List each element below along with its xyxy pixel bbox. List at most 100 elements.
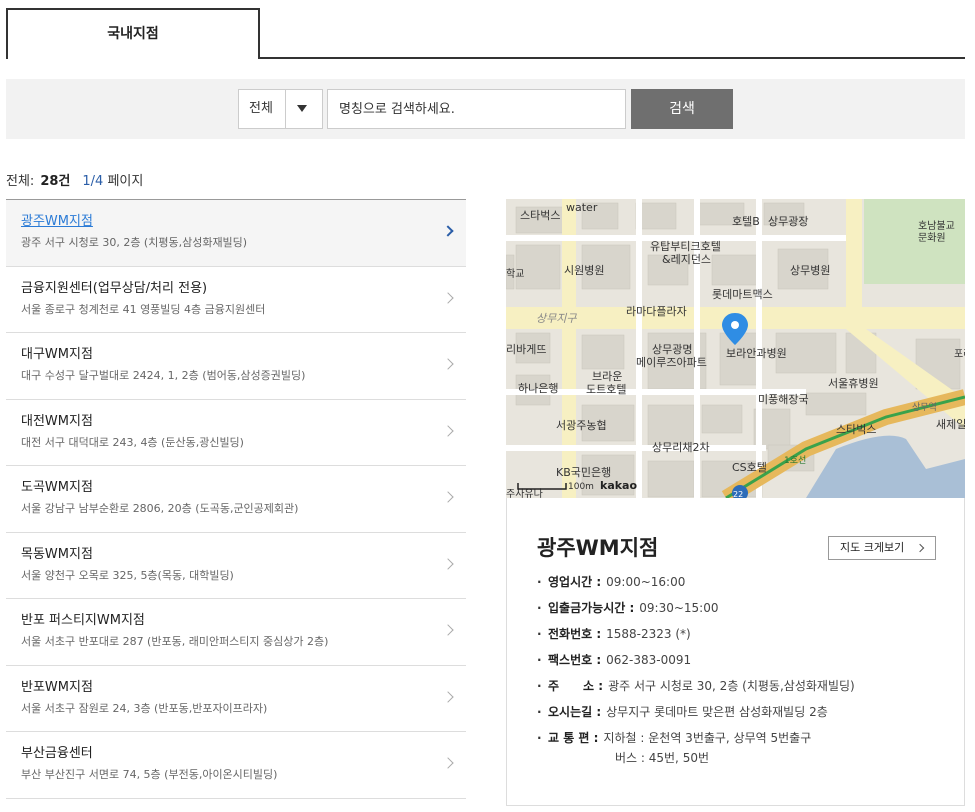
detail-row-hours: 영업시간 : 09:00~16:00 [537,574,855,600]
branch-address: 대전 서구 대덕대로 243, 4층 (둔산동,광신빌딩) [21,435,244,449]
map-label: 포레 [954,348,965,360]
row-label: 교 통 편 : [548,731,599,745]
row-label: 입출금가능시간 : [548,601,635,615]
branch-name[interactable]: 반포 퍼스티지WM지점 [21,612,466,630]
row-label: 팩스번호 : [548,653,602,667]
map-label: KB국민은행 [556,466,611,479]
map-label: 리바게뜨 [506,343,546,356]
branch-address: 서울 서초구 반포대로 287 (반포동, 래미안퍼스티지 중심상가 2층) [21,635,329,648]
row-value: 09:30~15:00 [639,601,719,615]
page-indicator: 1/4 [82,174,104,189]
map-label: 호텔B [732,215,760,228]
search-button[interactable]: 검색 [631,89,733,129]
detail-row-transport: 교 통 편 : 지하철 : 운천역 3번출구, 상무역 5번출구버스 : 45번,… [537,730,855,774]
list-item[interactable]: 대전WM지점 대전 서구 대덕대로 243, 4층 (둔산동,광신빌딩) [6,400,466,466]
category-select-value: 전체 [249,101,273,116]
detail-row-phone: 전화번호 : 1588-2323 (*) [537,626,855,652]
map-label: water [566,201,598,214]
tab-domestic-branches[interactable]: 국내지점 [6,8,260,61]
map-label: 상무광명 [652,343,692,356]
map-brand-logo: kakao [600,479,637,492]
row-label: 전화번호 : [548,627,602,641]
branch-name[interactable]: 금융지원센터(업무상담/처리 전용) [21,280,466,298]
chevron-down-icon[interactable] [297,105,307,112]
map-label: 상무지구 [536,312,577,325]
list-item[interactable]: 반포 퍼스티지WM지점 서울 서초구 반포대로 287 (반포동, 래미안퍼스티… [6,599,466,666]
branch-name[interactable]: 부산금융센터 [21,745,466,763]
branch-detail-title: 광주WM지점 [537,536,659,560]
map-label: 상무광장 [768,215,808,228]
list-item[interactable]: 도곡WM지점 서울 강남구 남부순환로 2806, 20층 (도곡동,군인공제회… [6,466,466,533]
row-value: 062-383-0091 [606,653,692,667]
branch-address: 서울 양천구 오목로 325, 5층(목동, 대학빌딩) [21,568,234,582]
map-label: 브라운 [592,370,622,383]
map-label: 새제일 [936,417,965,431]
category-select[interactable]: 전체 [238,89,323,129]
map-label: 보라안과병원 [726,347,787,360]
branch-address: 광주 서구 시청로 30, 2층 (치평동,삼성화재빌딩) [21,236,248,249]
map-label: 서광주농협 [556,419,607,432]
map-label: 시원병원 [564,264,604,277]
list-item[interactable]: 반포WM지점 서울 서초구 잠원로 24, 3층 (반포동,반포자이프라자) [6,666,466,732]
branch-name[interactable]: 대전WM지점 [21,413,466,431]
detail-rows: 영업시간 : 09:00~16:00 입출금가능시간 : 09:30~15:00 전… [537,574,855,774]
map-label: 서울휴병원 [828,377,879,390]
row-value: 09:00~16:00 [606,575,686,589]
branch-address: 서울 강남구 남부순환로 2806, 20층 (도곡동,군인공제회관) [21,502,299,515]
map-label: 상무역 [912,402,937,413]
row-value: 상무지구 롯데마트 맞은편 삼성화재빌딩 2층 [606,705,828,719]
row-label: 영업시간 : [548,575,602,589]
branch-list: 광주WM지점 광주 서구 시청로 30, 2층 (치평동,삼성화재빌딩) 금융지… [6,199,466,799]
map-label: 상무병원 [790,264,830,277]
branch-name[interactable]: 목동WM지점 [21,546,466,564]
branch-name[interactable]: 광주WM지점 [21,213,466,231]
list-item[interactable]: 부산금융센터 부산 부산진구 서면로 74, 5층 (부전동,아이온시티빌딩) [6,732,466,799]
map-label: &레지던스 [662,253,711,266]
map-label: CS호텔 [732,461,767,474]
map-label: 도트호텔 [586,383,626,396]
row-value: 지하철 : 운천역 3번출구, 상무역 5번출구 [603,731,812,745]
branch-map[interactable]: 스타벅스 water 호텔B 상무광장 호남불교 문화원 유탑부티크호텔 &레지… [506,199,965,498]
map-label: 스타벅스 [836,423,876,436]
branch-address: 부산 부산진구 서면로 74, 5층 (부전동,아이온시티빌딩) [21,768,278,781]
branch-name[interactable]: 도곡WM지점 [21,479,466,497]
map-scale-label: 100m [568,482,594,492]
map-label: 1호선 [784,455,806,466]
map-label: 상무리채2차 [652,441,710,454]
branch-detail-panel: 광주WM지점 지도 크게보기 영업시간 : 09:00~16:00 입출금가능시간… [506,498,965,806]
branch-address: 서울 서초구 잠원로 24, 3층 (반포동,반포자이프라자) [21,701,268,715]
branch-name[interactable]: 반포WM지점 [21,679,466,697]
chevron-right-icon [915,543,925,553]
total-count: 28건 [40,174,71,189]
map-label: 호남불교 [918,220,955,232]
road-number-badge: 22 [733,490,743,498]
detail-row-fax: 팩스번호 : 062-383-0091 [537,652,855,678]
branch-address: 대구 수성구 달구벌대로 2424, 1, 2층 (범어동,삼성증권빌딩) [21,369,306,382]
map-label: 라마다플라자 [626,305,687,318]
search-area: 전체 검색 [6,79,965,139]
row-value: 광주 서구 시청로 30, 2층 (치평동,삼성화재빌딩) [608,679,855,693]
enlarge-map-label: 지도 크게보기 [840,541,905,554]
detail-row-directions: 오시는길 : 상무지구 롯데마트 맞은편 삼성화재빌딩 2층 [537,704,855,730]
row-label: 오시는길 : [548,705,602,719]
search-input[interactable] [327,89,626,129]
row-value-bus: 버스 : 45번, 50번 [615,751,710,765]
branch-name[interactable]: 대구WM지점 [21,346,466,364]
select-divider [285,90,286,128]
map-label: 유탑부티크호텔 [650,240,721,253]
list-item[interactable]: 금융지원센터(업무상담/처리 전용) 서울 종로구 청계천로 41 영풍빌딩 4… [6,267,466,333]
map-label: 하나은행 [518,381,558,395]
branch-address: 서울 종로구 청계천로 41 영풍빌딩 4층 금융지원센터 [21,302,266,316]
map-label: 미풍해장국 [758,392,809,406]
enlarge-map-button[interactable]: 지도 크게보기 [828,536,936,560]
detail-row-address: 주 소 : 광주 서구 시청로 30, 2층 (치평동,삼성화재빌딩) [537,678,855,704]
row-value: 1588-2323 (*) [606,627,691,641]
page-suffix: 페이지 [107,174,144,189]
detail-row-cash-hours: 입출금가능시간 : 09:30~15:00 [537,600,855,626]
row-label: 주 소 : [548,679,604,693]
list-item[interactable]: 광주WM지점 광주 서구 시청로 30, 2층 (치평동,삼성화재빌딩) [6,200,466,267]
tab-bar: 국내지점 [6,8,965,61]
list-item[interactable]: 목동WM지점 서울 양천구 오목로 325, 5층(목동, 대학빌딩) [6,533,466,599]
map-label: 문화원 [918,232,946,244]
list-item[interactable]: 대구WM지점 대구 수성구 달구벌대로 2424, 1, 2층 (범어동,삼성증… [6,333,466,400]
